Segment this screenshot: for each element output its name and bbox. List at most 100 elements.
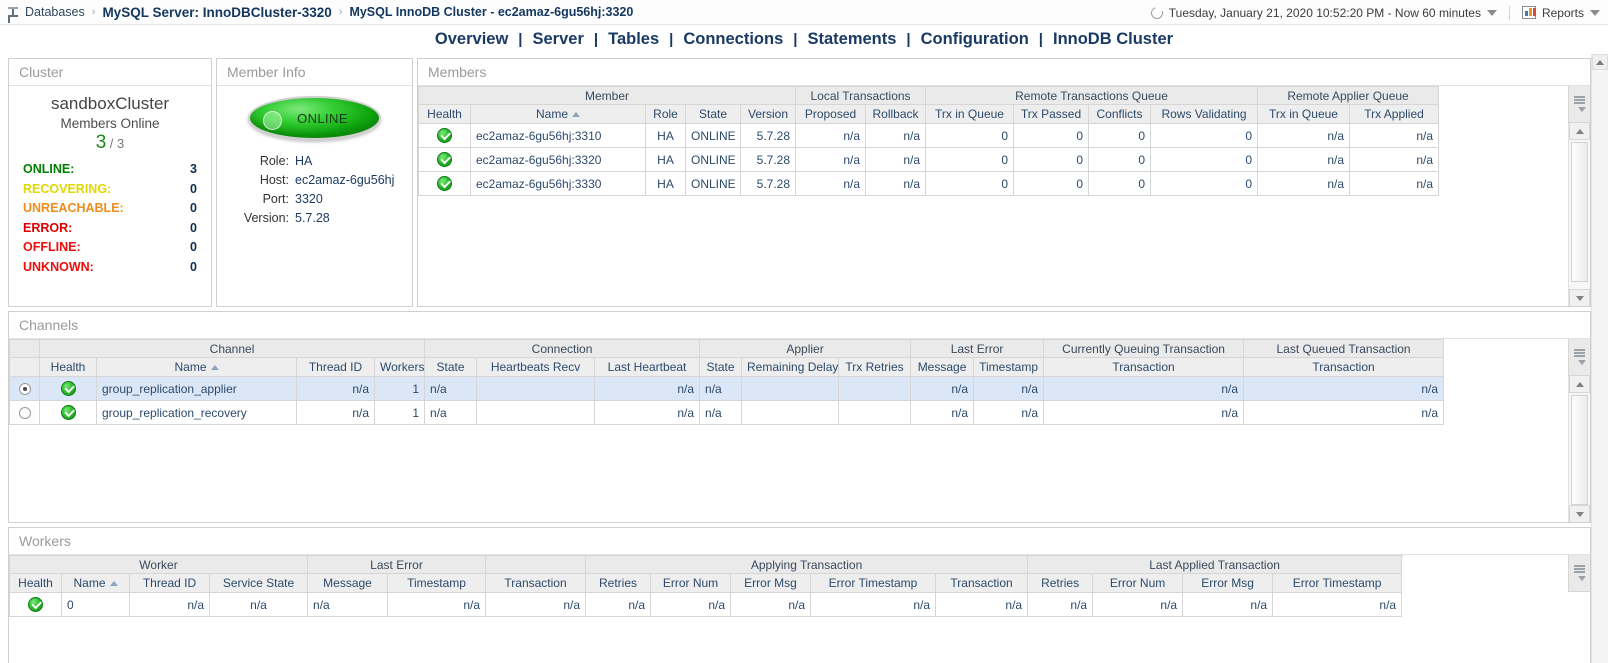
column-header-transaction[interactable]: Transaction — [485, 573, 587, 593]
column-group-header[interactable]: Applier — [699, 339, 912, 358]
tab-overview[interactable]: Overview — [425, 30, 518, 49]
column-header-message[interactable]: Message — [910, 357, 975, 377]
column-group-header[interactable]: Worker — [9, 555, 309, 574]
column-header-state[interactable]: State — [685, 104, 741, 124]
column-header-trx-passed[interactable]: Trx Passed — [1013, 104, 1090, 124]
table-row[interactable]: group_replication_applier n/a 1 n/a n/a n/a n/… — [9, 376, 1445, 401]
channels-vertical-scrollbar[interactable] — [1568, 376, 1590, 522]
page-scroll-up-arrow-icon[interactable] — [1592, 54, 1608, 70]
column-group-header[interactable]: Connection — [424, 339, 701, 358]
table-row[interactable]: ec2amaz-6gu56hj:3310 HA ONLINE 5.7.28 n/a n/a… — [418, 123, 1440, 148]
column-header-health[interactable]: Health — [9, 573, 62, 593]
channels-column-chooser-icon[interactable] — [1568, 339, 1590, 376]
column-header-heartbeats-recv[interactable]: Heartbeats Recv — [476, 357, 596, 377]
column-header-role[interactable]: Role — [645, 104, 686, 124]
group-header-row: Worker Last Error Applying Transaction Last… — [9, 555, 1403, 574]
column-header-error-num[interactable]: Error Num — [650, 573, 732, 593]
scroll-thumb[interactable] — [1571, 142, 1588, 282]
column-header-last-heartbeat[interactable]: Last Heartbeat — [594, 357, 701, 377]
column-group-header[interactable] — [9, 339, 40, 358]
column-header-transaction[interactable]: Transaction — [1043, 357, 1245, 377]
tab-tables[interactable]: Tables — [598, 30, 669, 49]
radio-button-icon[interactable] — [18, 407, 31, 420]
column-group-header[interactable]: Last Queued Transaction — [1243, 339, 1445, 358]
column-group-header[interactable]: Channel — [38, 339, 426, 358]
column-header-trx-retries[interactable]: Trx Retries — [838, 357, 912, 377]
row-select-cell[interactable] — [9, 400, 40, 425]
column-group-header[interactable]: Remote Applier Queue — [1257, 86, 1440, 105]
health-ok-icon — [28, 597, 43, 613]
column-group-header[interactable]: Last Applied Transaction — [1027, 555, 1403, 574]
row-select-column-header[interactable] — [9, 357, 40, 377]
table-row[interactable]: 0 n/a n/a n/a n/a n/a n/a n/a n/a n/a n/a n/a n/a n/a… — [9, 592, 1403, 617]
members-column-chooser-icon[interactable] — [1568, 86, 1590, 123]
column-header-error-num[interactable]: Error Num — [1092, 573, 1184, 593]
chevron-down-icon[interactable] — [1590, 9, 1600, 16]
column-header-timestamp[interactable]: Timestamp — [973, 357, 1045, 377]
tab-server[interactable]: Server — [523, 30, 594, 49]
column-group-header[interactable]: Local Transactions — [795, 86, 927, 105]
chevron-down-icon[interactable] — [1486, 9, 1497, 16]
table-row[interactable]: ec2amaz-6gu56hj:3320 HA ONLINE 5.7.28 n/a n/a… — [418, 147, 1440, 172]
breadcrumb-item-databases[interactable]: Databases — [25, 5, 85, 19]
column-header-health[interactable]: Health — [418, 104, 471, 124]
column-header-version[interactable]: Version — [739, 104, 797, 124]
column-header-timestamp[interactable]: Timestamp — [387, 573, 487, 593]
column-header-trx-in-queue[interactable]: Trx in Queue — [925, 104, 1015, 124]
column-header-proposed[interactable]: Proposed — [795, 104, 867, 124]
column-group-header[interactable]: Last Error — [910, 339, 1045, 358]
column-header-retries[interactable]: Retries — [585, 573, 652, 593]
column-group-header[interactable]: Last Error — [307, 555, 487, 574]
column-header-transaction[interactable]: Transaction — [1243, 357, 1445, 377]
workers-column-chooser-icon[interactable] — [1568, 555, 1590, 592]
table-row[interactable]: ec2amaz-6gu56hj:3330 HA ONLINE 5.7.28 n/a n/a… — [418, 171, 1440, 196]
tab-statements[interactable]: Statements — [797, 30, 906, 49]
column-header-trx-applied[interactable]: Trx Applied — [1349, 104, 1440, 124]
column-group-header[interactable]: Currently Queuing Transaction — [1043, 339, 1245, 358]
breadcrumb-item-server[interactable]: MySQL Server: InnoDBCluster-3320 — [102, 5, 331, 20]
tab-configuration[interactable]: Configuration — [911, 30, 1039, 49]
column-header-health[interactable]: Health — [39, 357, 97, 377]
column-header-name[interactable]: Name — [96, 357, 297, 377]
member-info-body: ONLINE Role: HA Host: ec2amaz-6gu56hj Port: 3… — [217, 86, 412, 228]
tab-connections[interactable]: Connections — [673, 30, 793, 49]
scroll-up-arrow-icon[interactable] — [1569, 376, 1590, 393]
tab-innodb-cluster[interactable]: InnoDB Cluster — [1043, 30, 1183, 49]
scroll-down-arrow-icon[interactable] — [1569, 289, 1590, 306]
column-header-error-timestamp[interactable]: Error Timestamp — [810, 573, 937, 593]
column-header-name[interactable]: Name — [470, 104, 646, 124]
scroll-down-arrow-icon[interactable] — [1569, 505, 1590, 522]
column-header-error-msg[interactable]: Error Msg — [1182, 573, 1274, 593]
column-header-rollback[interactable]: Rollback — [865, 104, 927, 124]
page-vertical-scrollbar[interactable] — [1591, 54, 1608, 663]
column-header-thread-id[interactable]: Thread ID — [129, 573, 210, 593]
breadcrumb-item-cluster[interactable]: MySQL InnoDB Cluster - ec2amaz-6gu56hj:3… — [349, 5, 633, 19]
column-header-state[interactable]: State — [424, 357, 478, 377]
column-header-message[interactable]: Message — [307, 573, 389, 593]
radio-button-icon[interactable] — [18, 383, 31, 396]
members-vertical-scrollbar[interactable] — [1568, 123, 1590, 306]
column-header-conflicts[interactable]: Conflicts — [1088, 104, 1152, 124]
column-group-header[interactable]: Applying Transaction — [585, 555, 1029, 574]
row-select-cell[interactable] — [9, 376, 40, 401]
column-header-remaining-delay[interactable]: Remaining Delay — [741, 357, 840, 377]
column-header-workers[interactable]: Workers — [373, 357, 426, 377]
column-header-name[interactable]: Name — [61, 573, 130, 593]
column-group-header[interactable]: Remote Transactions Queue — [925, 86, 1259, 105]
column-group-header[interactable] — [485, 555, 587, 574]
column-header-rows-validating[interactable]: Rows Validating — [1150, 104, 1259, 124]
reports-label[interactable]: Reports — [1542, 6, 1584, 20]
time-range-label[interactable]: Tuesday, January 21, 2020 10:52:20 PM - … — [1169, 6, 1481, 20]
column-group-header[interactable]: Member — [418, 86, 797, 105]
scroll-thumb[interactable] — [1571, 395, 1588, 505]
column-header-service-state[interactable]: Service State — [208, 573, 309, 593]
column-header-error-timestamp[interactable]: Error Timestamp — [1272, 573, 1403, 593]
column-header-trx-in-queue[interactable]: Trx in Queue — [1257, 104, 1351, 124]
column-header-retries[interactable]: Retries — [1027, 573, 1094, 593]
column-header-state[interactable]: State — [699, 357, 743, 377]
column-header-thread-id[interactable]: Thread ID — [296, 357, 375, 377]
scroll-up-arrow-icon[interactable] — [1569, 123, 1590, 140]
column-header-error-msg[interactable]: Error Msg — [730, 573, 812, 593]
table-row[interactable]: group_replication_recovery n/a 1 n/a n/a n/a n… — [9, 400, 1445, 425]
column-header-transaction[interactable]: Transaction — [935, 573, 1029, 593]
